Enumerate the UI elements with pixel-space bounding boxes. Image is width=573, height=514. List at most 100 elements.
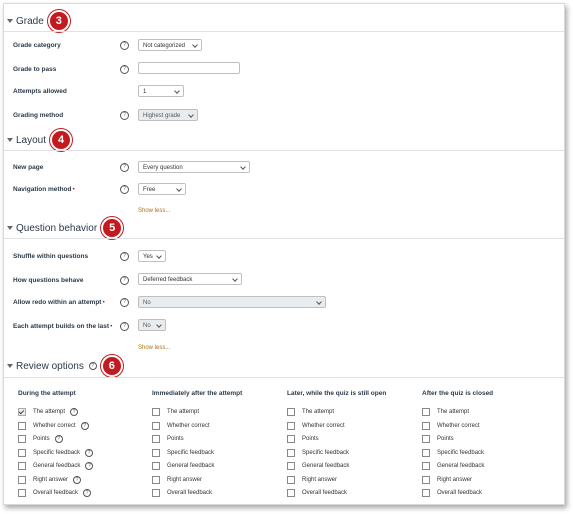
grade-section-header[interactable]: Grade 3 [4, 10, 70, 32]
checkbox[interactable] [18, 408, 26, 416]
checkbox[interactable] [152, 476, 160, 484]
help-icon[interactable]: ? [88, 362, 97, 370]
checkbox[interactable] [18, 476, 26, 484]
review-option[interactable]: Whether correct [152, 422, 210, 430]
review-option[interactable]: General feedback [422, 462, 484, 470]
checkbox[interactable] [152, 422, 160, 430]
checkbox[interactable] [18, 449, 26, 457]
review-option[interactable]: The attempt [152, 408, 199, 416]
help-icon[interactable]: ? [85, 449, 94, 457]
checkbox[interactable] [18, 489, 26, 497]
review-options-section-header[interactable]: Review options ? 6 [4, 355, 123, 377]
help-icon[interactable]: ? [83, 489, 92, 497]
review-option[interactable]: Points [287, 435, 319, 443]
help-icon[interactable]: ? [80, 422, 89, 430]
review-option[interactable]: General feedback [287, 462, 349, 470]
review-option[interactable]: Specific feedback [152, 449, 214, 457]
navigation-method-select[interactable]: Free [138, 183, 186, 195]
help-icon[interactable]: ? [73, 476, 82, 484]
checkbox[interactable] [287, 462, 295, 470]
advanced-marker: • [102, 299, 105, 306]
checkbox[interactable] [422, 449, 430, 457]
checkbox[interactable] [422, 476, 430, 484]
checkbox[interactable] [422, 435, 430, 443]
review-option[interactable]: Points? [18, 435, 63, 443]
checkbox[interactable] [18, 422, 26, 430]
checkbox[interactable] [152, 435, 160, 443]
review-option[interactable]: Overall feedback? [18, 489, 92, 497]
checkbox[interactable] [287, 408, 295, 416]
checkbox[interactable] [422, 462, 430, 470]
review-option[interactable]: Points [152, 435, 184, 443]
review-option[interactable]: Overall feedback [422, 489, 482, 497]
checkbox[interactable] [287, 435, 295, 443]
review-option[interactable]: The attempt? [18, 408, 79, 416]
checkbox[interactable] [287, 422, 295, 430]
help-icon[interactable]: ? [120, 298, 129, 307]
how-questions-behave-select[interactable]: Deferred feedback [138, 273, 242, 285]
collapse-caret-icon[interactable] [7, 226, 13, 230]
help-icon[interactable]: ? [120, 322, 129, 331]
help-icon[interactable]: ? [120, 252, 129, 261]
review-option[interactable]: Whether correct? [18, 422, 89, 430]
checkbox[interactable] [152, 489, 160, 497]
checkbox[interactable] [152, 449, 160, 457]
attempts-allowed-select[interactable]: 1 [138, 85, 184, 97]
allow-redo-select[interactable]: No [138, 296, 326, 308]
help-icon[interactable]: ? [54, 435, 63, 443]
grading-method-select[interactable]: Highest grade [138, 109, 198, 121]
review-option[interactable]: The attempt [287, 408, 334, 416]
review-option[interactable]: Specific feedback? [18, 449, 94, 457]
checkbox[interactable] [18, 435, 26, 443]
checkbox[interactable] [422, 408, 430, 416]
show-less-link[interactable]: Show less... [138, 208, 170, 214]
review-option[interactable]: Whether correct [422, 422, 480, 430]
help-icon[interactable]: ? [120, 185, 129, 194]
checkbox[interactable] [287, 476, 295, 484]
review-column-heading: Later, while the quiz is still open [287, 390, 387, 397]
help-icon[interactable]: ? [120, 41, 129, 50]
layout-section-header[interactable]: Layout 4 [4, 129, 73, 151]
checkbox[interactable] [152, 408, 160, 416]
help-icon[interactable]: ? [120, 163, 129, 172]
collapse-caret-icon[interactable] [7, 19, 13, 23]
review-option[interactable]: Right answer [152, 476, 202, 484]
review-option[interactable]: Right answer? [18, 476, 82, 484]
review-option[interactable]: Right answer [287, 476, 337, 484]
grade-category-select[interactable]: Not categorized [138, 39, 202, 51]
checkbox[interactable] [422, 489, 430, 497]
advanced-marker: • [110, 323, 113, 330]
review-option[interactable]: General feedback [152, 462, 214, 470]
new-page-select[interactable]: Every question [138, 161, 250, 173]
collapse-caret-icon[interactable] [7, 364, 13, 368]
checkbox[interactable] [422, 422, 430, 430]
review-option[interactable]: Points [422, 435, 454, 443]
grade-to-pass-input[interactable] [138, 62, 240, 74]
checkbox[interactable] [152, 462, 160, 470]
review-option[interactable]: The attempt [422, 408, 469, 416]
help-icon[interactable]: ? [120, 65, 129, 74]
review-option[interactable]: Specific feedback [422, 449, 484, 457]
chevron-down-icon [240, 164, 246, 170]
attempts-allowed-label: Attempts allowed [13, 88, 67, 95]
checkbox[interactable] [287, 449, 295, 457]
show-less-link[interactable]: Show less... [138, 345, 170, 351]
review-option[interactable]: Overall feedback [287, 489, 347, 497]
builds-on-last-select[interactable]: No [138, 319, 166, 331]
step-badge: 3 [47, 10, 70, 32]
shuffle-select[interactable]: Yes [138, 250, 166, 262]
review-option[interactable]: Specific feedback [287, 449, 349, 457]
review-option[interactable]: Overall feedback [152, 489, 212, 497]
collapse-caret-icon[interactable] [7, 138, 13, 142]
checkbox[interactable] [18, 462, 26, 470]
review-option[interactable]: Whether correct [287, 422, 345, 430]
review-option[interactable]: General feedback? [18, 462, 94, 470]
review-column-heading: During the attempt [18, 390, 76, 397]
review-option[interactable]: Right answer [422, 476, 472, 484]
checkbox[interactable] [287, 489, 295, 497]
question-behavior-section-header[interactable]: Question behavior 5 [4, 217, 124, 239]
help-icon[interactable]: ? [120, 276, 129, 285]
help-icon[interactable]: ? [70, 408, 79, 416]
help-icon[interactable]: ? [120, 111, 129, 120]
help-icon[interactable]: ? [85, 462, 94, 470]
